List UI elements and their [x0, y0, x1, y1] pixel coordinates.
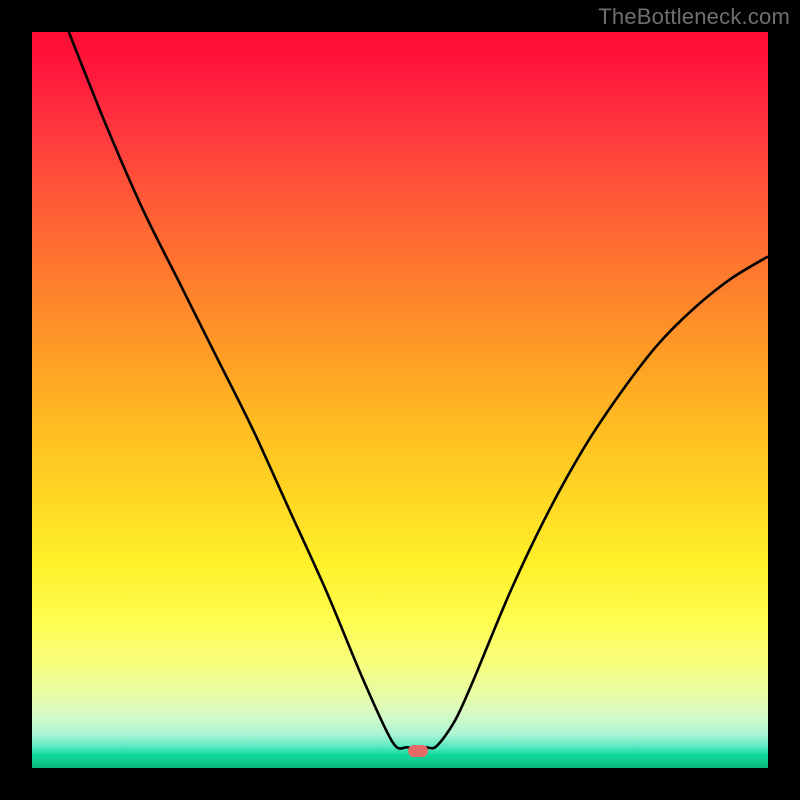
bottleneck-curve: [69, 32, 768, 749]
curve-layer: [32, 32, 768, 768]
plot-area: [32, 32, 768, 768]
optimal-marker: [408, 745, 428, 757]
chart-frame: TheBottleneck.com: [0, 0, 800, 800]
watermark-text: TheBottleneck.com: [598, 4, 790, 30]
